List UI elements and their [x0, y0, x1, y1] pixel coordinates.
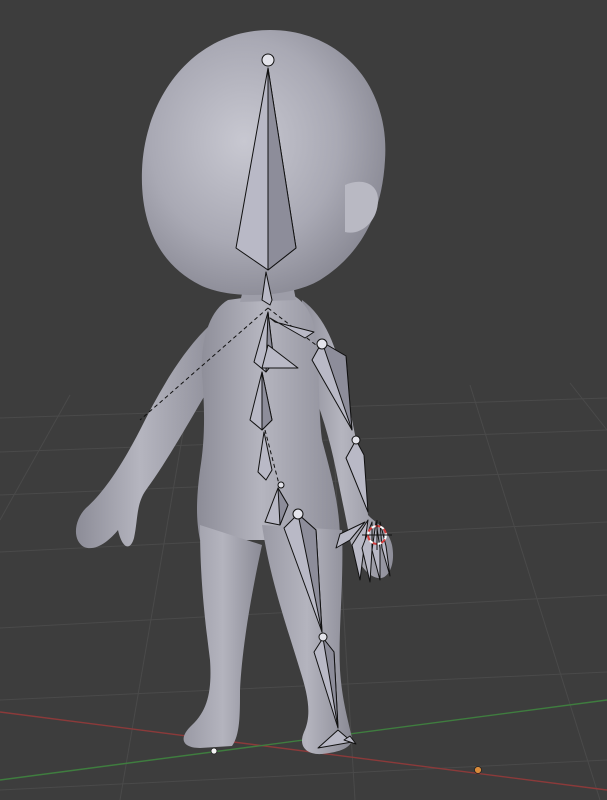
- object-origin-icon[interactable]: [210, 747, 218, 755]
- bone-joint[interactable]: [292, 508, 304, 520]
- bone-joint[interactable]: [351, 435, 361, 445]
- bone-joint[interactable]: [318, 632, 328, 642]
- x-axis-line: [0, 711, 607, 791]
- ear: [345, 181, 378, 233]
- bone-joint[interactable]: [261, 53, 275, 67]
- bone-joint[interactable]: [316, 338, 328, 350]
- left-leg: [183, 525, 262, 748]
- light-origin-icon[interactable]: [474, 766, 482, 774]
- 3d-viewport[interactable]: [0, 0, 607, 800]
- left-arm: [75, 318, 218, 549]
- bone-joint[interactable]: [277, 481, 285, 489]
